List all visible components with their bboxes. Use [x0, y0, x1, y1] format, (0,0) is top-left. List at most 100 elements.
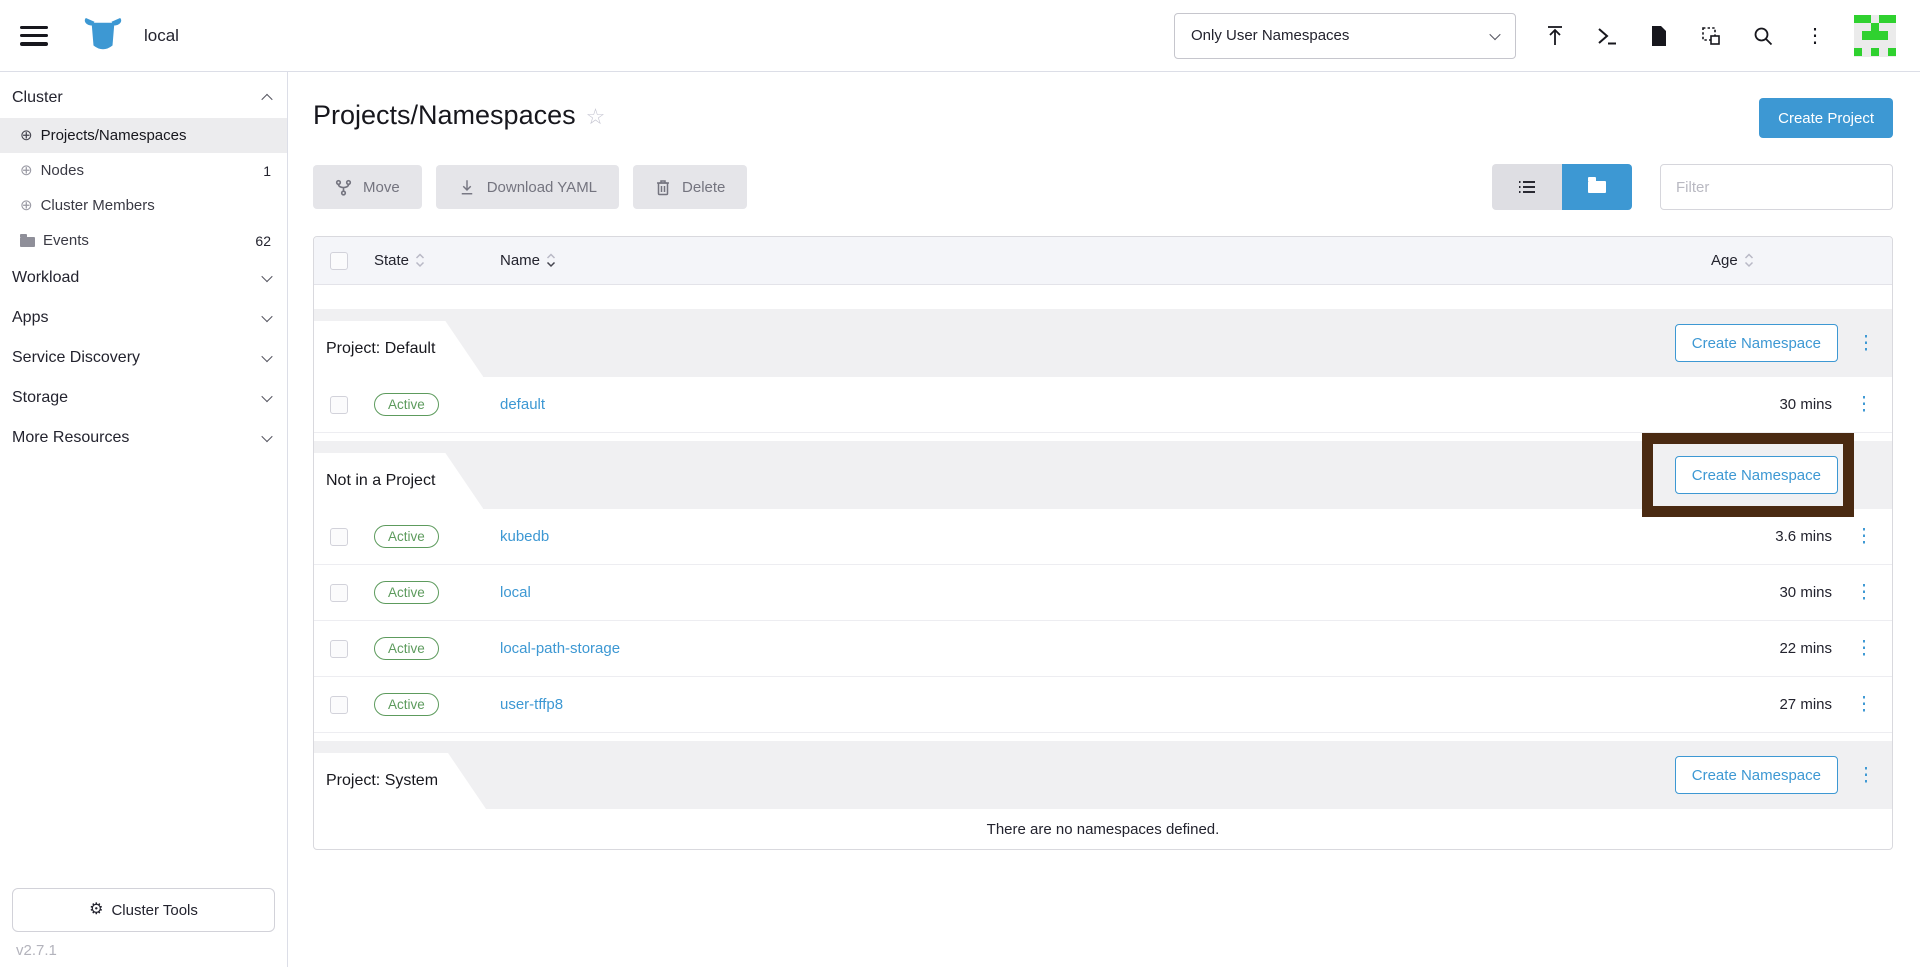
namespace-link[interactable]: local-path-storage — [500, 640, 620, 657]
chevron-down-icon — [1489, 28, 1500, 39]
status-badge: Active — [374, 693, 439, 716]
chevron-down-icon — [261, 391, 272, 402]
sidebar-section-label: Workload — [12, 269, 79, 287]
sidebar-section-more-resources[interactable]: More Resources — [0, 418, 287, 458]
group-actions: Create Namespace ⋮ — [1675, 756, 1876, 794]
namespace-link[interactable]: default — [500, 396, 545, 413]
row-kebab-menu-icon[interactable]: ⋮ — [1854, 527, 1874, 546]
column-header-age[interactable]: Age — [1711, 252, 1738, 269]
top-nav: local Only User Namespaces — [0, 0, 1920, 72]
namespaces-table: State Name Age — [313, 236, 1893, 850]
sidebar-item-label: Events — [43, 232, 89, 249]
move-icon — [335, 179, 352, 196]
sort-icon-active[interactable] — [546, 252, 556, 269]
globe-icon: ⊕ — [20, 163, 33, 178]
move-button[interactable]: Move — [313, 165, 422, 209]
create-namespace-button[interactable]: Create Namespace — [1675, 756, 1838, 794]
file-icon[interactable] — [1646, 23, 1672, 49]
header-kebab-menu-icon[interactable]: ⋮ — [1802, 23, 1828, 49]
group-kebab-menu-icon[interactable]: ⋮ — [1856, 766, 1876, 785]
row-kebab-menu-icon[interactable]: ⋮ — [1854, 639, 1874, 658]
sidebar-item-nodes[interactable]: ⊕ Nodes 1 — [0, 153, 287, 188]
search-icon[interactable] — [1750, 23, 1776, 49]
namespace-link[interactable]: kubedb — [500, 528, 549, 545]
sidebar-footer: ⚙ Cluster Tools v2.7.1 — [0, 888, 287, 967]
create-namespace-button[interactable]: Create Namespace — [1675, 324, 1838, 362]
group-header: Project: Default Create Namespace ⋮ — [314, 309, 1892, 377]
age-value: 30 mins — [1711, 584, 1836, 601]
filter-input[interactable] — [1660, 164, 1893, 210]
table-row: Activelocal-path-storage22 mins⋮ — [314, 621, 1892, 677]
row-checkbox[interactable] — [330, 584, 348, 602]
namespace-filter-dropdown[interactable]: Only User Namespaces — [1174, 13, 1516, 59]
globe-icon: ⊕ — [20, 128, 33, 143]
row-checkbox[interactable] — [330, 396, 348, 414]
user-avatar[interactable] — [1854, 15, 1896, 57]
globe-icon: ⊕ — [20, 198, 33, 213]
sidebar-item-cluster-members[interactable]: ⊕ Cluster Members — [0, 188, 287, 223]
favorite-star-icon[interactable]: ☆ — [586, 104, 606, 130]
status-badge: Active — [374, 525, 439, 548]
sidebar-item-label: Projects/Namespaces — [41, 127, 187, 144]
sidebar-item-projects-namespaces[interactable]: ⊕ Projects/Namespaces — [0, 118, 287, 153]
sidebar-item-events[interactable]: Events 62 — [0, 223, 287, 258]
kubectl-shell-icon[interactable] — [1594, 23, 1620, 49]
table-header-row: State Name Age — [314, 237, 1892, 285]
item-count: 1 — [263, 163, 271, 179]
sort-icon[interactable] — [1744, 252, 1754, 269]
column-header-state[interactable]: State — [374, 252, 409, 269]
column-header-name[interactable]: Name — [500, 252, 540, 269]
row-checkbox[interactable] — [330, 696, 348, 714]
sidebar-item-label: Cluster Members — [41, 197, 155, 214]
row-kebab-menu-icon[interactable]: ⋮ — [1854, 395, 1874, 414]
status-badge: Active — [374, 393, 439, 416]
table-row: Activelocal30 mins⋮ — [314, 565, 1892, 621]
row-kebab-menu-icon[interactable]: ⋮ — [1854, 583, 1874, 602]
sidebar-section-apps[interactable]: Apps — [0, 298, 287, 338]
namespace-link[interactable]: user-tffp8 — [500, 696, 563, 713]
toolbar: Move Download YAML Delete — [313, 164, 1893, 210]
create-namespace-button[interactable]: Create Namespace — [1675, 456, 1838, 494]
cluster-tools-label: Cluster Tools — [111, 902, 197, 919]
group-title-tab: Project: Default — [314, 321, 483, 377]
item-count: 62 — [255, 233, 271, 249]
sidebar-item-label: Nodes — [41, 162, 84, 179]
list-view-button[interactable] — [1492, 164, 1562, 210]
sort-icon[interactable] — [415, 252, 425, 269]
sidebar-section-storage[interactable]: Storage — [0, 378, 287, 418]
sidebar-section-cluster[interactable]: Cluster — [0, 78, 287, 118]
chevron-up-icon — [261, 94, 272, 105]
namespace-link[interactable]: local — [500, 584, 531, 601]
delete-button[interactable]: Delete — [633, 165, 747, 209]
group-not-in-a-project: Not in a ProjectCreate NamespaceActiveku… — [314, 441, 1892, 733]
download-yaml-button[interactable]: Download YAML — [436, 165, 619, 209]
age-value: 30 mins — [1711, 396, 1836, 413]
flat-view-button[interactable] — [1562, 164, 1632, 210]
create-project-button[interactable]: Create Project — [1759, 98, 1893, 138]
chevron-down-icon — [261, 431, 272, 442]
version-label: v2.7.1 — [12, 932, 275, 959]
sidebar-section-label: Cluster — [12, 89, 63, 107]
sidebar-section-workload[interactable]: Workload — [0, 258, 287, 298]
sidebar-section-label: Service Discovery — [12, 349, 140, 367]
row-kebab-menu-icon[interactable]: ⋮ — [1854, 695, 1874, 714]
cluster-tools-button[interactable]: ⚙ Cluster Tools — [12, 888, 275, 932]
age-value: 22 mins — [1711, 640, 1836, 657]
table-row: Activeuser-tffp827 mins⋮ — [314, 677, 1892, 733]
sidebar-section-service-discovery[interactable]: Service Discovery — [0, 338, 287, 378]
group-actions: Create Namespace — [1675, 456, 1876, 494]
hamburger-menu-icon[interactable] — [20, 26, 48, 46]
sidebar-section-label: Apps — [12, 309, 48, 327]
row-checkbox[interactable] — [330, 528, 348, 546]
import-yaml-icon[interactable] — [1542, 23, 1568, 49]
chevron-down-icon — [261, 311, 272, 322]
row-checkbox[interactable] — [330, 640, 348, 658]
namespace-filter-value: Only User Namespaces — [1191, 27, 1349, 44]
copy-snapshot-icon[interactable] — [1698, 23, 1724, 49]
page-title: Projects/Namespaces — [313, 100, 576, 131]
select-all-checkbox[interactable] — [330, 252, 348, 270]
sidebar: Cluster ⊕ Projects/Namespaces ⊕ Nodes 1 ⊕ Clust… — [0, 72, 288, 967]
group-actions: Create Namespace ⋮ — [1675, 324, 1876, 362]
rancher-logo — [80, 17, 126, 55]
group-kebab-menu-icon[interactable]: ⋮ — [1856, 334, 1876, 353]
